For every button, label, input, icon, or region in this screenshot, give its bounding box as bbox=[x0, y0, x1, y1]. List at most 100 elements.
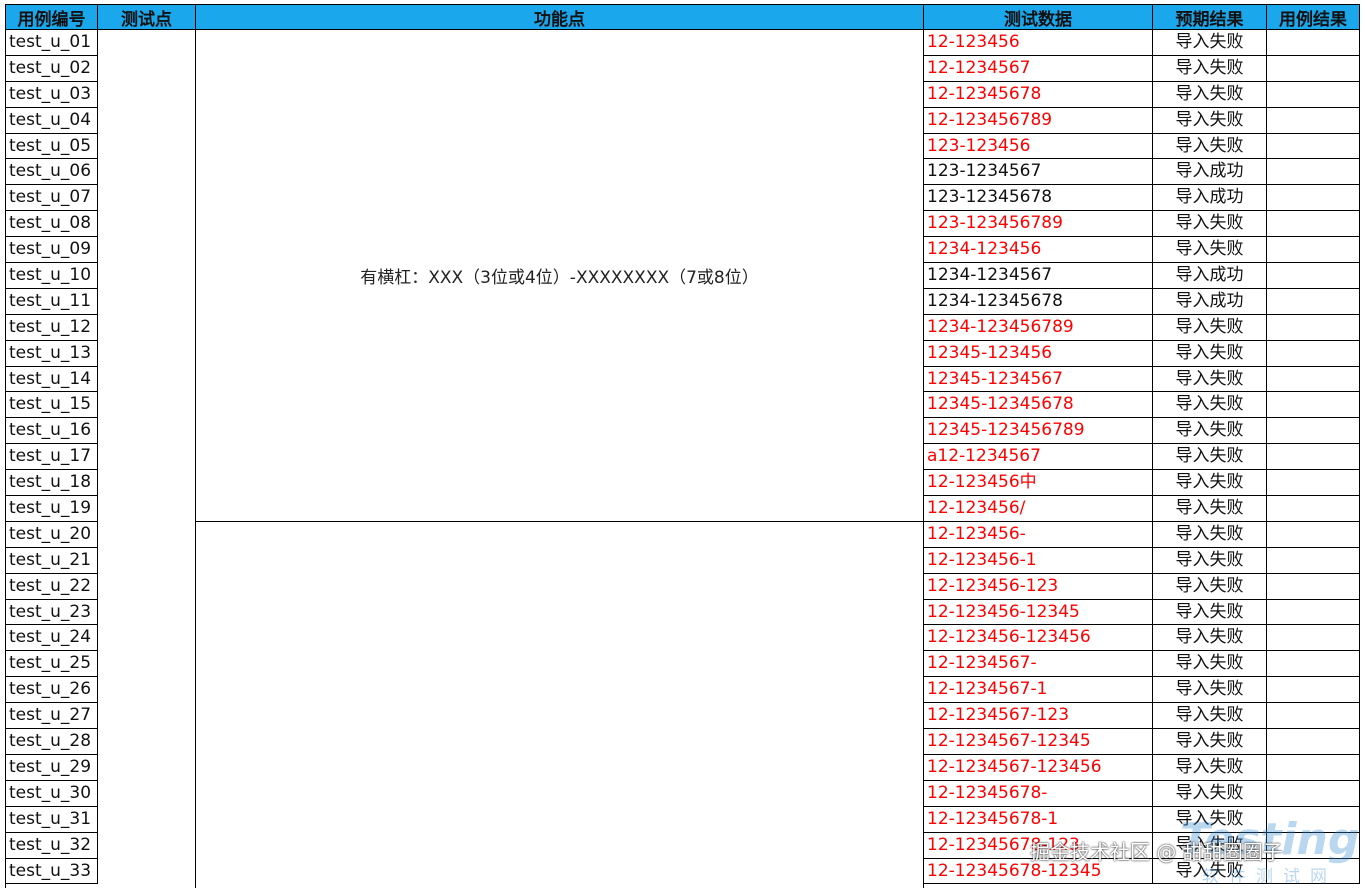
expected-result-cell[interactable]: 导入失败 bbox=[1153, 340, 1267, 367]
case-id-cell[interactable]: test_u_04 bbox=[6, 107, 98, 134]
expected-result-cell[interactable]: 导入失败 bbox=[1153, 573, 1267, 600]
case-result-cell[interactable] bbox=[1267, 780, 1360, 807]
expected-result-cell[interactable]: 导入失败 bbox=[1153, 211, 1267, 238]
case-id-cell[interactable]: test_u_13 bbox=[6, 340, 98, 367]
case-result-cell[interactable] bbox=[1267, 677, 1360, 704]
test-data-cell[interactable]: 123-1234567 bbox=[924, 159, 1153, 186]
test-data-cell[interactable]: 1234-123456789 bbox=[924, 314, 1153, 341]
case-id-cell[interactable]: test_u_20 bbox=[6, 521, 98, 548]
test-data-cell[interactable]: a12-1234567 bbox=[924, 444, 1153, 471]
case-result-cell[interactable] bbox=[1267, 314, 1360, 341]
expected-result-cell[interactable]: 导入失败 bbox=[1153, 418, 1267, 445]
case-result-cell[interactable] bbox=[1267, 573, 1360, 600]
test-data-cell[interactable]: 123-123456 bbox=[924, 133, 1153, 160]
test-data-cell[interactable]: 12-12345678 bbox=[924, 81, 1153, 108]
case-id-cell[interactable]: test_u_08 bbox=[6, 211, 98, 238]
case-result-cell[interactable] bbox=[1267, 107, 1360, 134]
test-data-cell[interactable]: 1234-1234567 bbox=[924, 263, 1153, 289]
test-data-cell[interactable]: 12-1234567 bbox=[924, 55, 1153, 82]
case-result-cell[interactable] bbox=[1267, 340, 1360, 367]
test-data-cell[interactable]: 12345-123456 bbox=[924, 340, 1153, 367]
case-id-cell[interactable]: test_u_26 bbox=[6, 677, 98, 704]
test-data-cell[interactable]: 12345-1234567 bbox=[924, 366, 1153, 393]
expected-result-cell[interactable]: 导入失败 bbox=[1153, 366, 1267, 393]
expected-result-cell[interactable]: 导入失败 bbox=[1153, 314, 1267, 341]
test-data-cell[interactable]: 12-123456/ bbox=[924, 496, 1153, 522]
case-id-cell[interactable]: test_u_01 bbox=[6, 30, 98, 56]
feature-cell-group2[interactable] bbox=[196, 521, 924, 888]
expected-result-cell[interactable]: 导入失败 bbox=[1153, 729, 1267, 755]
case-result-cell[interactable] bbox=[1267, 30, 1360, 56]
test-point-cell[interactable] bbox=[98, 30, 196, 888]
case-id-cell[interactable]: test_u_19 bbox=[6, 496, 98, 522]
expected-result-cell[interactable]: 导入失败 bbox=[1153, 470, 1267, 497]
case-id-cell[interactable]: test_u_27 bbox=[6, 703, 98, 730]
expected-result-cell[interactable]: 导入失败 bbox=[1153, 780, 1267, 807]
case-id-cell[interactable]: test_u_28 bbox=[6, 729, 98, 755]
test-data-cell[interactable]: 123-12345678 bbox=[924, 185, 1153, 212]
case-result-cell[interactable] bbox=[1267, 185, 1360, 212]
expected-result-cell[interactable]: 导入失败 bbox=[1153, 547, 1267, 574]
expected-result-cell[interactable]: 导入成功 bbox=[1153, 159, 1267, 186]
test-data-cell[interactable]: 12-1234567-123 bbox=[924, 703, 1153, 730]
test-data-cell[interactable]: 12-1234567-123456 bbox=[924, 754, 1153, 781]
test-data-cell[interactable]: 12-123456-123 bbox=[924, 573, 1153, 600]
expected-result-cell[interactable]: 导入失败 bbox=[1153, 107, 1267, 134]
test-data-cell[interactable]: 123-123456789 bbox=[924, 211, 1153, 238]
header-feature[interactable]: 功能点 bbox=[196, 5, 924, 30]
test-data-cell[interactable]: 12-123456-123456 bbox=[924, 625, 1153, 652]
case-id-cell[interactable]: test_u_02 bbox=[6, 55, 98, 82]
test-data-cell[interactable]: 12345-123456789 bbox=[924, 418, 1153, 445]
case-result-cell[interactable] bbox=[1267, 651, 1360, 678]
case-id-cell[interactable]: test_u_33 bbox=[6, 858, 98, 885]
test-data-cell[interactable]: 12-12345678-1 bbox=[924, 806, 1153, 833]
case-result-cell[interactable] bbox=[1267, 521, 1360, 548]
expected-result-cell[interactable]: 导入成功 bbox=[1153, 185, 1267, 212]
expected-result-cell[interactable]: 导入失败 bbox=[1153, 133, 1267, 160]
expected-result-cell[interactable]: 导入成功 bbox=[1153, 263, 1267, 289]
case-result-cell[interactable] bbox=[1267, 703, 1360, 730]
case-result-cell[interactable] bbox=[1267, 211, 1360, 238]
test-data-cell[interactable]: 1234-123456 bbox=[924, 237, 1153, 264]
test-data-cell[interactable]: 12-1234567-12345 bbox=[924, 729, 1153, 755]
expected-result-cell[interactable]: 导入失败 bbox=[1153, 30, 1267, 56]
test-data-cell[interactable]: 12-123456- bbox=[924, 521, 1153, 548]
case-result-cell[interactable] bbox=[1267, 444, 1360, 471]
expected-result-cell[interactable]: 导入失败 bbox=[1153, 237, 1267, 264]
case-id-cell[interactable]: test_u_31 bbox=[6, 806, 98, 833]
case-id-cell[interactable]: test_u_11 bbox=[6, 288, 98, 315]
expected-result-cell[interactable]: 导入失败 bbox=[1153, 625, 1267, 652]
case-result-cell[interactable] bbox=[1267, 159, 1360, 186]
case-result-cell[interactable] bbox=[1267, 496, 1360, 522]
header-test-point[interactable]: 测试点 bbox=[98, 5, 196, 30]
case-result-cell[interactable] bbox=[1267, 754, 1360, 781]
case-result-cell[interactable] bbox=[1267, 392, 1360, 419]
case-result-cell[interactable] bbox=[1267, 237, 1360, 264]
expected-result-cell[interactable]: 导入失败 bbox=[1153, 496, 1267, 522]
test-data-cell[interactable]: 12-123456789 bbox=[924, 107, 1153, 134]
expected-result-cell[interactable]: 导入失败 bbox=[1153, 651, 1267, 678]
expected-result-cell[interactable]: 导入失败 bbox=[1153, 754, 1267, 781]
case-id-cell[interactable]: test_u_22 bbox=[6, 573, 98, 600]
case-id-cell[interactable]: test_u_25 bbox=[6, 651, 98, 678]
test-data-cell[interactable]: 12-123456-12345 bbox=[924, 599, 1153, 626]
header-case-result[interactable]: 用例结果 bbox=[1267, 5, 1360, 30]
feature-cell-hyphen[interactable]: 有横杠：XXX（3位或4位）-XXXXXXXX（7或8位） bbox=[196, 30, 924, 522]
case-result-cell[interactable] bbox=[1267, 133, 1360, 160]
test-data-cell[interactable]: 12-1234567- bbox=[924, 651, 1153, 678]
test-data-cell[interactable]: 1234-12345678 bbox=[924, 288, 1153, 315]
case-id-cell[interactable]: test_u_10 bbox=[6, 263, 98, 289]
case-id-cell[interactable]: test_u_09 bbox=[6, 237, 98, 264]
test-data-cell[interactable]: 12-1234567-1 bbox=[924, 677, 1153, 704]
case-id-cell[interactable]: test_u_03 bbox=[6, 81, 98, 108]
case-result-cell[interactable] bbox=[1267, 81, 1360, 108]
case-id-cell[interactable]: test_u_23 bbox=[6, 599, 98, 626]
header-test-data[interactable]: 测试数据 bbox=[924, 5, 1153, 30]
case-result-cell[interactable] bbox=[1267, 599, 1360, 626]
case-id-cell[interactable]: test_u_15 bbox=[6, 392, 98, 419]
case-result-cell[interactable] bbox=[1267, 288, 1360, 315]
expected-result-cell[interactable]: 导入失败 bbox=[1153, 677, 1267, 704]
case-result-cell[interactable] bbox=[1267, 470, 1360, 497]
test-data-cell[interactable]: 12-123456中 bbox=[924, 470, 1153, 497]
case-result-cell[interactable] bbox=[1267, 55, 1360, 82]
